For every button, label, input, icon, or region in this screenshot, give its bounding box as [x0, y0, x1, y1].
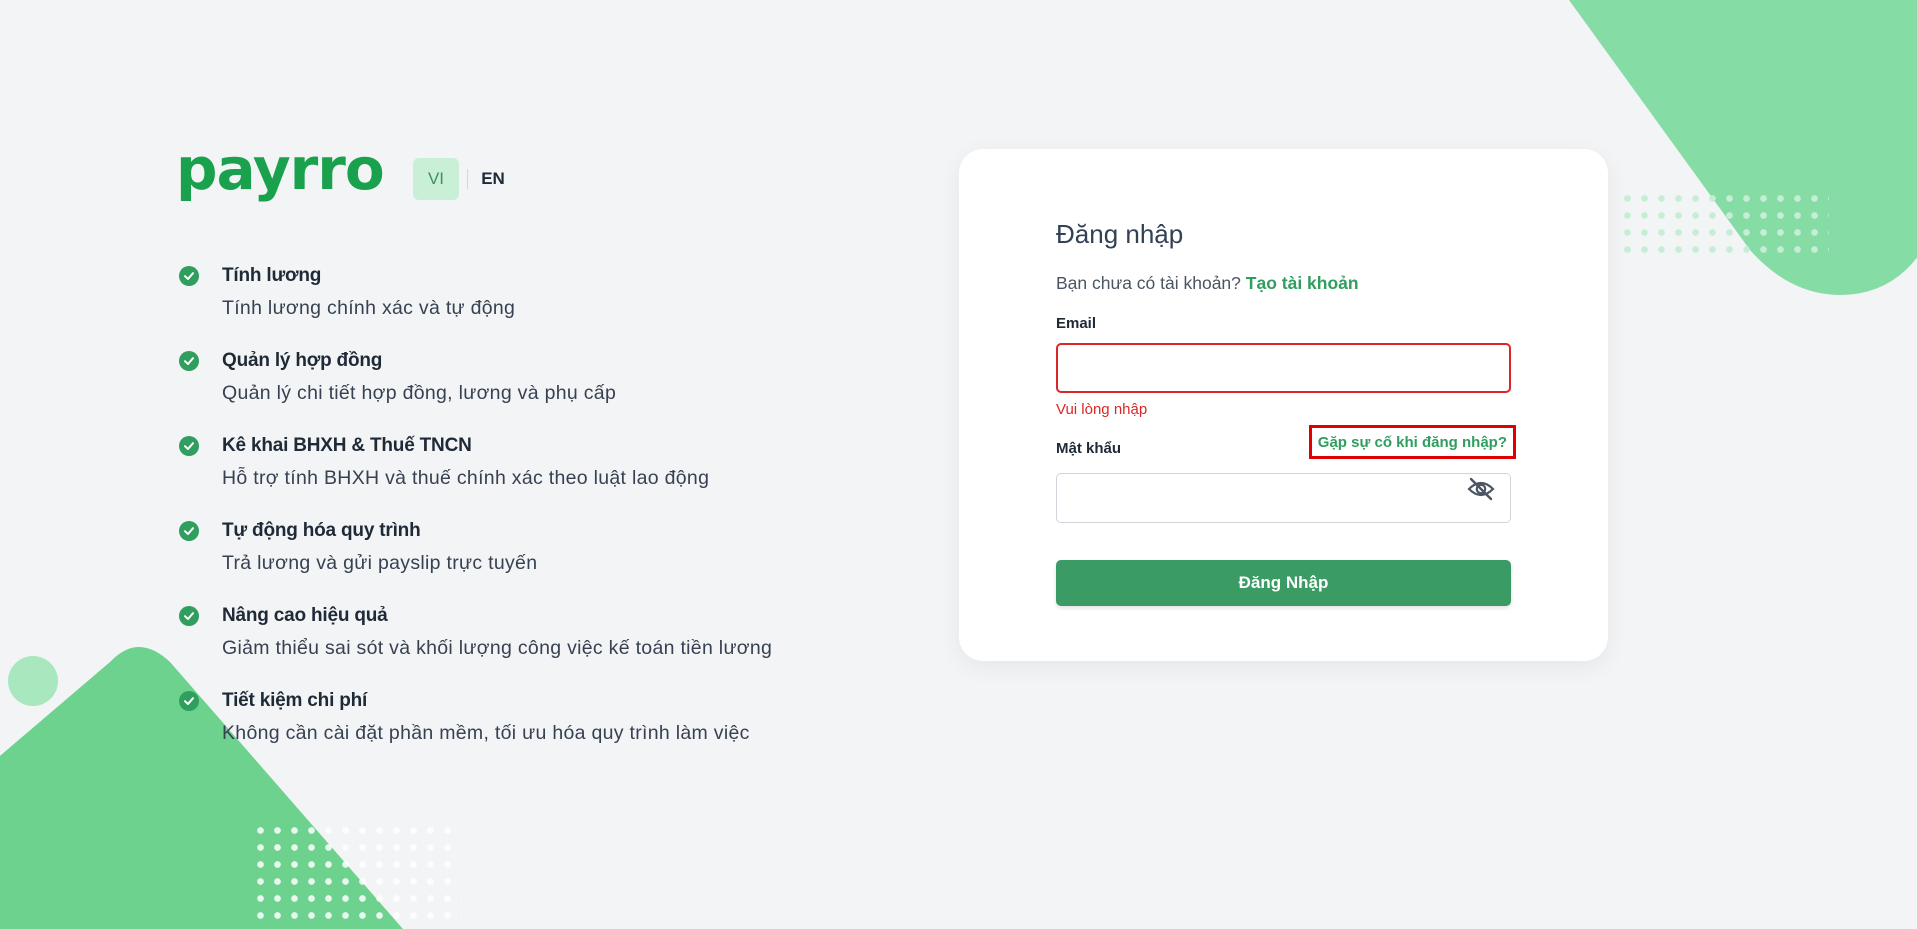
feature-list: Tính lương Tính lương chính xác và tự độ…	[179, 262, 899, 772]
payrro-logo: payrro	[176, 135, 385, 203]
check-circle-icon	[179, 606, 199, 626]
feature-description: Quản lý chi tiết hợp đồng, lương và phụ …	[222, 382, 617, 404]
login-card: Đăng nhập Bạn chưa có tài khoản? Tạo tài…	[959, 149, 1608, 661]
feature-title: Quản lý hợp đồng	[222, 350, 383, 371]
decorative-dots-bottom-left	[252, 822, 462, 922]
password-label-row: Mật khẩu Gặp sự cố khi đăng nhập?	[1056, 425, 1516, 461]
login-page: payrro VI EN Tính lương Tính lương chính…	[0, 0, 1917, 929]
check-circle-icon	[179, 691, 199, 711]
language-vi-button[interactable]: VI	[413, 158, 459, 200]
check-circle-icon	[179, 436, 199, 456]
check-circle-icon	[179, 521, 199, 541]
login-trouble-link[interactable]: Gặp sự cố khi đăng nhập?	[1308, 425, 1516, 459]
feature-title: Kê khai BHXH & Thuế TNCN	[222, 435, 472, 456]
language-switcher: VI EN	[413, 158, 508, 200]
feature-title: Tiết kiệm chi phí	[222, 690, 368, 711]
feature-item: Tiết kiệm chi phí Không cần cài đặt phần…	[179, 687, 899, 772]
decorative-dots-top-right	[1619, 190, 1829, 258]
feature-item: Tính lương Tính lương chính xác và tự độ…	[179, 262, 899, 347]
login-form: Đăng nhập Bạn chưa có tài khoản? Tạo tài…	[1056, 217, 1516, 606]
feature-item: Quản lý hợp đồng Quản lý chi tiết hợp đồ…	[179, 347, 899, 432]
feature-description: Hỗ trợ tính BHXH và thuế chính xác theo …	[222, 467, 710, 489]
signup-prompt: Bạn chưa có tài khoản? Tạo tài khoản	[1056, 271, 1511, 295]
email-label: Email	[1056, 315, 1097, 332]
email-error-message: Vui lòng nhập	[1056, 401, 1148, 418]
password-field-wrapper	[1056, 464, 1511, 523]
check-circle-icon	[179, 266, 199, 286]
decorative-circle	[8, 656, 58, 706]
feature-item: Nâng cao hiệu quả Giảm thiểu sai sót và …	[179, 602, 899, 687]
feature-description: Trả lương và gửi payslip trực tuyến	[222, 552, 538, 574]
feature-item: Tự động hóa quy trình Trả lương và gửi p…	[179, 517, 899, 602]
no-account-text: Bạn chưa có tài khoản?	[1056, 273, 1241, 293]
feature-description: Giảm thiểu sai sót và khối lượng công vi…	[222, 637, 773, 659]
feature-item: Kê khai BHXH & Thuế TNCN Hỗ trợ tính BHX…	[179, 432, 899, 517]
email-input[interactable]	[1056, 343, 1511, 393]
eye-off-icon[interactable]	[1467, 476, 1495, 502]
feature-description: Tính lương chính xác và tự động	[222, 297, 516, 319]
login-submit-button[interactable]: Đăng Nhập	[1056, 560, 1511, 606]
language-divider	[467, 169, 468, 189]
feature-title: Tính lương	[222, 265, 322, 286]
password-input[interactable]	[1056, 473, 1511, 523]
language-en-button[interactable]: EN	[478, 158, 508, 200]
feature-title: Tự động hóa quy trình	[222, 520, 421, 541]
login-title: Đăng nhập	[1056, 219, 1184, 249]
check-circle-icon	[179, 351, 199, 371]
create-account-link[interactable]: Tạo tài khoản	[1246, 273, 1359, 293]
feature-description: Không cần cài đặt phần mềm, tối ưu hóa q…	[222, 722, 750, 744]
password-label: Mật khẩu	[1056, 440, 1122, 457]
feature-title: Nâng cao hiệu quả	[222, 605, 388, 626]
